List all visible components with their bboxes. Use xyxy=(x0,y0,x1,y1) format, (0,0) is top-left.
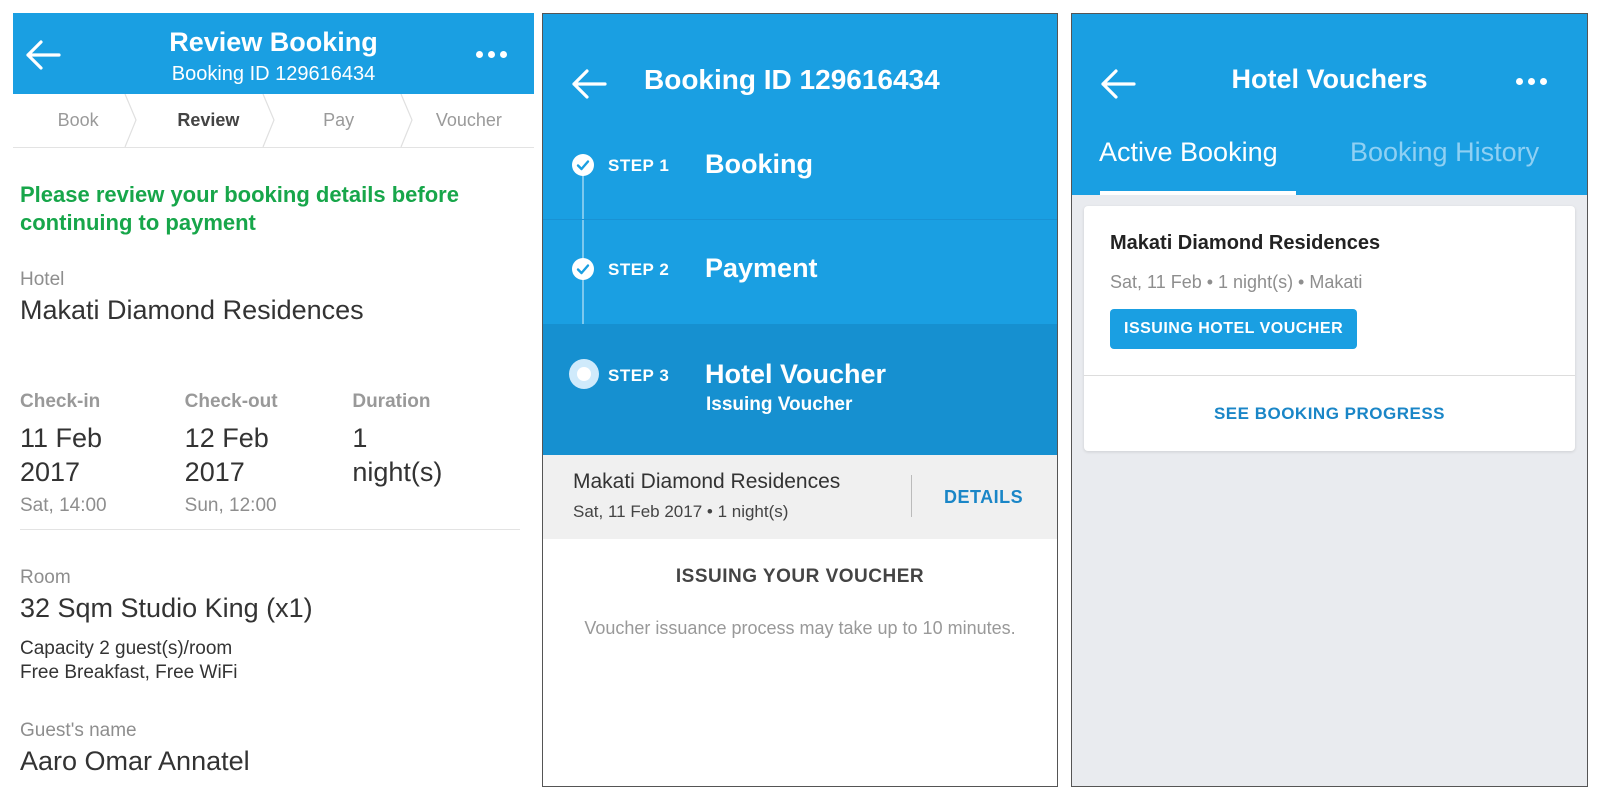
checkout-label: Check-out xyxy=(184,391,278,412)
tab-active-booking[interactable]: Active Booking xyxy=(1099,137,1278,168)
page-title: Booking ID 129616434 xyxy=(644,64,940,95)
step-2-number: STEP 2 xyxy=(608,260,670,279)
checkout-time: Sun, 12:00 xyxy=(184,495,277,516)
step-3-name: Hotel Voucher xyxy=(705,359,887,389)
page-title: Review Booking xyxy=(169,27,378,57)
step-2-name: Payment xyxy=(705,253,818,283)
step-chevron-icon xyxy=(124,94,137,147)
review-header: Review Booking Booking ID 129616434 xyxy=(13,13,534,94)
divider xyxy=(20,529,520,530)
step-3-number: STEP 3 xyxy=(608,366,670,385)
page-title: Hotel Vouchers xyxy=(1231,64,1428,94)
more-dots-icon[interactable] xyxy=(473,41,509,67)
step-chevron-icon xyxy=(262,94,275,147)
booking-meta: Sat, 11 Feb • 1 night(s) • Makati xyxy=(1110,272,1363,292)
active-tab-indicator xyxy=(1100,191,1296,195)
see-booking-progress-link[interactable]: SEE BOOKING PROGRESS xyxy=(1084,404,1575,424)
current-step-icon xyxy=(569,359,599,389)
guest-name: Aaro Omar Annatel xyxy=(20,746,250,776)
hotel-name: Makati Diamond Residences xyxy=(573,470,841,493)
booking-id: Booking ID 129616434 xyxy=(171,63,376,85)
step-1-name: Booking xyxy=(705,149,813,179)
step-voucher: Voucher xyxy=(435,110,502,130)
review-details: Please review your booking details befor… xyxy=(20,181,520,326)
tab-booking-history[interactable]: Booking History xyxy=(1350,137,1539,168)
checkout-date: 12 Feb xyxy=(184,423,269,453)
voucher-card[interactable]: Makati Diamond Residences Sat, 11 Feb • … xyxy=(1084,206,1575,451)
booking-summary-card: Makati Diamond Residences Sat, 11 Feb 20… xyxy=(543,455,1057,539)
check-icon xyxy=(572,258,594,280)
room-label: Room xyxy=(20,567,71,588)
checkin-time: Sat, 14:00 xyxy=(20,495,107,516)
step-review: Review xyxy=(177,110,240,130)
step-3-row: STEP 3 Hotel Voucher Issuing Voucher xyxy=(543,324,1057,455)
review-notice: Please review your booking details befor… xyxy=(20,182,459,235)
booking-steps-bar: Book Review Pay Voucher xyxy=(13,94,534,148)
guest-label: Guest's name xyxy=(20,720,137,741)
room-capacity: Capacity 2 guest(s)/room xyxy=(20,638,233,659)
back-arrow-icon[interactable] xyxy=(569,64,609,104)
checkout-column: Check-out 12 Feb 2017 Sun, 12:00 xyxy=(185,391,353,517)
booking-meta: Sat, 11 Feb 2017 • 1 night(s) xyxy=(573,502,789,521)
checkin-label: Check-in xyxy=(20,391,101,412)
hotel-name: Makati Diamond Residences xyxy=(20,295,364,325)
hotel-vouchers-screen: Hotel Vouchers Active Booking Booking Hi… xyxy=(1071,13,1588,787)
step-3-subtitle: Issuing Voucher xyxy=(706,394,853,415)
status-badge: ISSUING HOTEL VOUCHER xyxy=(1110,309,1358,349)
booking-progress-screen: Booking ID 129616434 STEP 1 Booking STEP… xyxy=(542,13,1058,787)
details-link[interactable]: DETAILS xyxy=(944,487,1023,508)
duration-label: Duration xyxy=(352,391,431,412)
step-pay: Pay xyxy=(323,110,355,130)
checkin-date: 11 Feb xyxy=(20,423,103,453)
issuing-title: ISSUING YOUR VOUCHER xyxy=(675,566,925,587)
step-1-number: STEP 1 xyxy=(608,156,670,175)
room-section: Room 32 Sqm Studio King (x1) Capacity 2 … xyxy=(20,567,520,777)
duration-column: Duration 1 night(s) xyxy=(352,391,520,517)
divider xyxy=(1084,375,1575,376)
progress-header: Booking ID 129616434 STEP 1 Booking STEP… xyxy=(543,14,1057,455)
room-amenities: Free Breakfast, Free WiFi xyxy=(20,662,238,683)
step-chevron-icon xyxy=(400,94,413,147)
checkin-year: 2017 xyxy=(20,457,81,487)
step-1-row: STEP 1 Booking xyxy=(543,119,1057,219)
review-booking-screen: Review Booking Booking ID 129616434 Book… xyxy=(13,13,534,787)
check-icon xyxy=(572,154,594,176)
step-2-row: STEP 2 Payment xyxy=(543,220,1057,324)
divider xyxy=(911,475,912,517)
checkin-column: Check-in 11 Feb 2017 Sat, 14:00 xyxy=(20,391,188,517)
hotel-name: Makati Diamond Residences xyxy=(1110,232,1381,254)
duration-count: 1 xyxy=(352,423,368,453)
hotel-label: Hotel xyxy=(20,269,65,290)
checkout-year: 2017 xyxy=(184,457,245,487)
duration-unit: night(s) xyxy=(352,457,443,487)
issuing-description: Voucher issuance process may take up to … xyxy=(584,618,1016,638)
room-name: 32 Sqm Studio King (x1) xyxy=(20,593,313,623)
vouchers-header: Hotel Vouchers Active Booking Booking Hi… xyxy=(1072,14,1587,195)
more-dots-icon[interactable] xyxy=(1513,68,1549,94)
stay-dates: Check-in 11 Feb 2017 Sat, 14:00 Check-out… xyxy=(20,391,520,517)
